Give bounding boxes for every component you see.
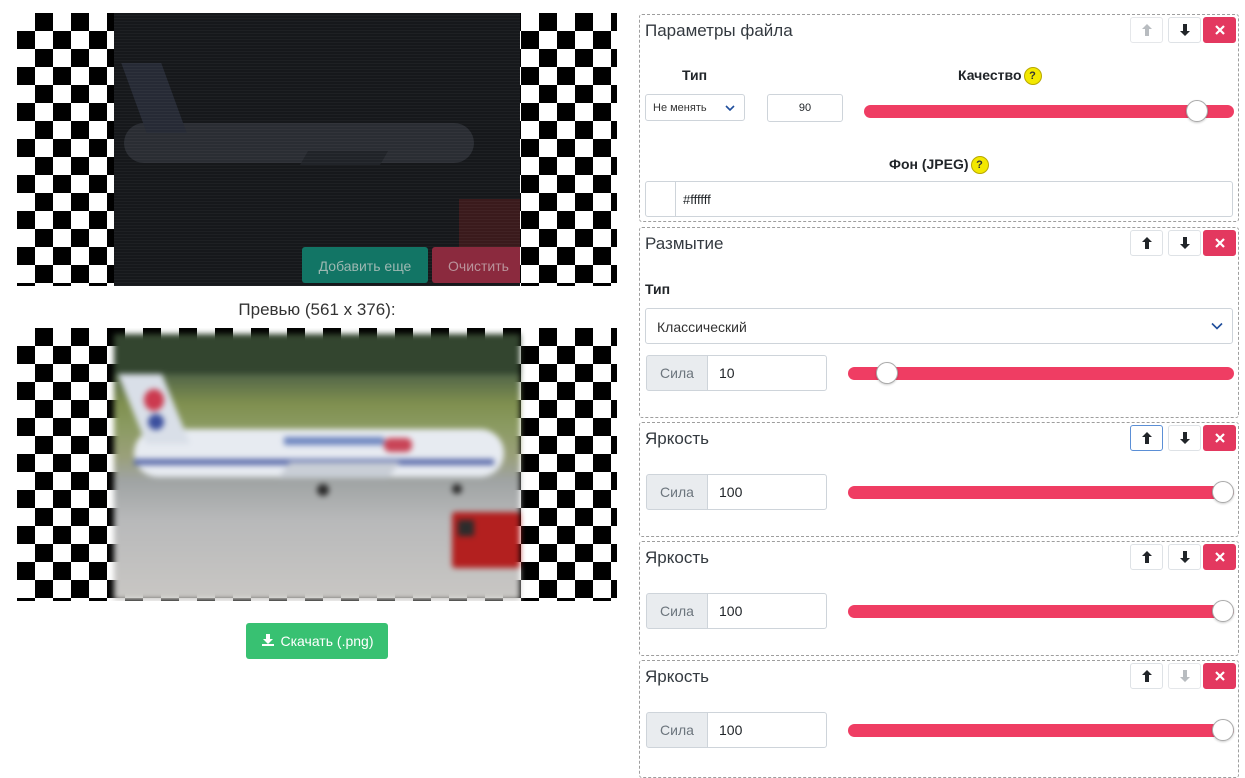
strength-label: Сила (646, 593, 708, 629)
arrow-up-icon (1141, 24, 1152, 36)
strength-group: Сила 100 (646, 474, 827, 510)
delete-button[interactable] (1203, 425, 1236, 451)
quality-input[interactable]: 90 (767, 94, 843, 122)
strength-group: Сила 100 (646, 712, 827, 748)
brightness-panel: Яркость Сила 100 (639, 422, 1239, 537)
move-up-button[interactable] (1130, 544, 1163, 570)
arrow-down-icon (1179, 237, 1190, 249)
add-more-button[interactable]: Добавить еще (302, 247, 428, 283)
move-up-button[interactable] (1130, 17, 1163, 43)
slider-thumb[interactable] (1212, 719, 1234, 741)
quality-label: Качество? (958, 67, 1042, 86)
help-icon[interactable]: ? (970, 156, 989, 175)
strength-label: Сила (646, 712, 708, 748)
strength-slider[interactable] (848, 362, 1234, 384)
bg-color-value: #ffffff (683, 192, 711, 207)
slider-thumb[interactable] (875, 362, 898, 384)
arrow-down-icon (1179, 551, 1190, 563)
delete-button[interactable] (1203, 663, 1236, 689)
slider-thumb[interactable] (1186, 100, 1208, 122)
download-icon (261, 633, 275, 650)
delete-button[interactable] (1203, 17, 1236, 43)
quality-slider[interactable] (864, 100, 1234, 122)
arrow-up-icon (1141, 551, 1152, 563)
strength-slider[interactable] (848, 481, 1234, 503)
slider-thumb[interactable] (1212, 600, 1234, 622)
chevron-down-icon (725, 104, 735, 111)
move-up-button[interactable] (1130, 663, 1163, 689)
type-label: Тип (645, 281, 671, 297)
help-icon[interactable]: ? (1023, 67, 1042, 86)
type-select-value: Не менять (653, 102, 707, 114)
chevron-down-icon (1211, 322, 1223, 330)
strength-input[interactable]: 100 (707, 712, 827, 748)
arrow-down-icon (1179, 24, 1190, 36)
preview-canvas (17, 328, 617, 601)
plane-wing-shape (278, 462, 400, 478)
delete-button[interactable] (1203, 230, 1236, 256)
arrow-down-icon (1179, 670, 1190, 682)
close-icon (1214, 671, 1225, 681)
color-swatch[interactable] (646, 182, 676, 216)
bg-label: Фон (JPEG)? (889, 156, 989, 175)
bg-color-input[interactable]: #ffffff (645, 181, 1233, 217)
brightness-panel: Яркость Сила 100 (639, 541, 1239, 656)
move-down-button[interactable] (1168, 425, 1201, 451)
panel-title: Параметры файла (645, 21, 793, 40)
clear-button[interactable]: Очистить (432, 247, 520, 283)
move-down-button[interactable] (1168, 17, 1201, 43)
move-down-button[interactable] (1168, 230, 1201, 256)
strength-input[interactable]: 100 (707, 474, 827, 510)
close-icon (1214, 25, 1225, 35)
panel-title: Яркость (645, 667, 709, 686)
strength-input[interactable]: 100 (707, 593, 827, 629)
move-down-button[interactable] (1168, 544, 1201, 570)
strength-group: Сила 10 (646, 355, 827, 391)
close-icon (1214, 552, 1225, 562)
move-down-button[interactable] (1168, 663, 1201, 689)
panel-title: Яркость (645, 429, 709, 448)
arrow-up-icon (1141, 237, 1152, 249)
strength-slider[interactable] (848, 600, 1234, 622)
strength-slider[interactable] (848, 719, 1234, 741)
preview-label: Превью (561 x 376): (238, 300, 396, 319)
type-select[interactable]: Не менять (645, 94, 745, 121)
strength-label: Сила (646, 474, 708, 510)
strength-label: Сила (646, 355, 708, 391)
move-up-button[interactable] (1130, 425, 1163, 451)
download-button[interactable]: Скачать (.png) (246, 623, 388, 659)
move-up-button[interactable] (1130, 230, 1163, 256)
brightness-panel: Яркость Сила 100 (639, 660, 1239, 778)
strength-input[interactable]: 10 (707, 355, 827, 391)
source-image: Добавить еще Очистить (114, 13, 520, 286)
wheel (452, 484, 462, 494)
arrow-up-icon (1141, 670, 1152, 682)
preview-image (114, 334, 520, 600)
arrow-up-icon (1141, 432, 1152, 444)
delete-button[interactable] (1203, 544, 1236, 570)
panel-title: Яркость (645, 548, 709, 567)
panel-title: Размытие (645, 234, 724, 253)
blur-panel: Размытие Тип Классический Сила 10 (639, 227, 1239, 418)
file-params-panel: Параметры файла Тип Не менять Качество? … (639, 14, 1239, 222)
close-icon (1214, 433, 1225, 443)
type-label: Тип (682, 67, 708, 83)
wheel (317, 484, 329, 496)
arrow-down-icon (1179, 432, 1190, 444)
source-image-canvas: Добавить еще Очистить (17, 13, 617, 286)
blur-type-value: Классический (657, 319, 747, 335)
download-label: Скачать (.png) (280, 633, 374, 649)
blur-type-select[interactable]: Классический (645, 308, 1233, 344)
slider-thumb[interactable] (1212, 481, 1234, 503)
close-icon (1214, 238, 1225, 248)
strength-group: Сила 100 (646, 593, 827, 629)
